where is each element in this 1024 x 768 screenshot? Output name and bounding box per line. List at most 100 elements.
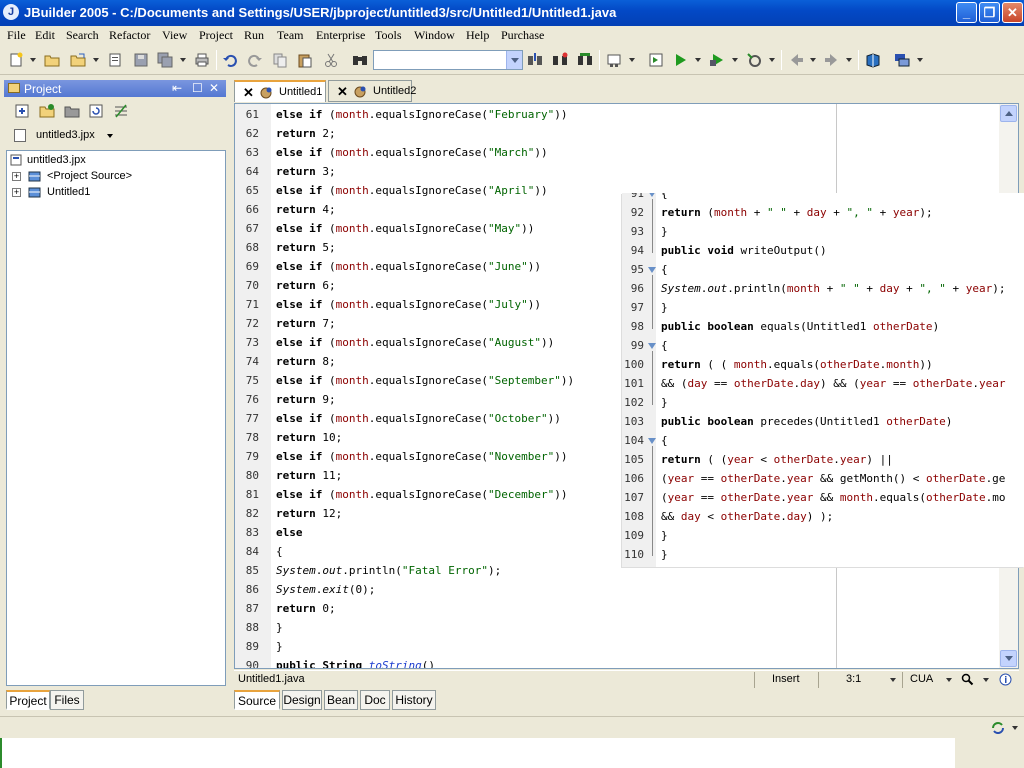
debug-icon[interactable] — [709, 52, 725, 68]
close-panel-icon[interactable]: ✕ — [209, 81, 219, 95]
optimize-icon[interactable] — [746, 52, 762, 68]
code-line[interactable]: System.out.println("Fatal Error"); — [276, 564, 501, 577]
code-line[interactable]: } — [276, 640, 283, 653]
forward-icon[interactable] — [824, 52, 840, 68]
code-line[interactable]: && day < otherDate.day) ); — [661, 510, 833, 523]
code-line[interactable]: public boolean equals(Untitled1 otherDat… — [661, 320, 939, 333]
undo-icon[interactable] — [222, 52, 238, 68]
tab-label[interactable]: Untitled1 — [279, 86, 322, 98]
fold-marker-icon[interactable] — [648, 343, 656, 349]
code-line[interactable]: return 12; — [276, 507, 342, 520]
project-selector-value[interactable]: untitled3.jpx — [36, 129, 95, 141]
search-icon[interactable] — [527, 52, 543, 68]
workspace-icon[interactable] — [894, 52, 910, 68]
open-project-icon[interactable] — [44, 52, 60, 68]
tree-node-label[interactable]: <Project Source> — [47, 170, 132, 182]
tab-doc[interactable]: Doc — [360, 690, 390, 710]
redo-icon[interactable] — [247, 52, 263, 68]
menu-file[interactable]: File — [7, 28, 26, 43]
code-line[interactable]: return ( ( month.equals(otherDate.month)… — [661, 358, 933, 371]
code-line[interactable]: return 6; — [276, 279, 336, 292]
code-line[interactable]: } — [661, 301, 668, 314]
search-class-icon[interactable] — [552, 52, 568, 68]
menu-enterprise[interactable]: Enterprise — [316, 28, 365, 43]
code-line[interactable]: } — [661, 548, 668, 561]
code-line[interactable]: else if (month.equalsIgnoreCase("July")) — [276, 298, 541, 311]
save-icon[interactable] — [133, 52, 149, 68]
forward-dropdown-icon[interactable] — [846, 58, 852, 62]
chevron-down-icon[interactable] — [946, 678, 952, 682]
code-line[interactable]: else if (month.equalsIgnoreCase("August"… — [276, 336, 554, 349]
paste-icon[interactable] — [297, 52, 313, 68]
status-insert-mode[interactable]: Insert — [772, 673, 800, 685]
expand-icon[interactable]: + — [12, 172, 21, 181]
scroll-up-icon[interactable] — [1000, 105, 1017, 122]
code-line[interactable]: { — [661, 263, 668, 276]
find-combo-box[interactable] — [373, 50, 523, 70]
chevron-down-icon[interactable] — [107, 134, 113, 138]
menu-view[interactable]: View — [162, 28, 187, 43]
code-line[interactable]: return 9; — [276, 393, 336, 406]
dock-icon[interactable]: ⇤ — [172, 81, 182, 95]
tab-untitled2[interactable]: ✕ Untitled2 — [328, 80, 416, 102]
print-icon[interactable] — [194, 52, 210, 68]
code-line[interactable]: return 2; — [276, 127, 336, 140]
close-button[interactable]: ✕ — [1002, 2, 1023, 23]
status-keymap[interactable]: CUA — [910, 673, 933, 685]
code-line[interactable]: return 3; — [276, 165, 336, 178]
run-icon[interactable] — [672, 52, 688, 68]
code-line[interactable]: else if (month.equalsIgnoreCase("March")… — [276, 146, 548, 159]
tab-bean[interactable]: Bean — [324, 690, 358, 710]
code-line[interactable]: System.exit(0); — [276, 583, 375, 596]
tree-node-label[interactable]: untitled3.jpx — [27, 154, 86, 166]
tab-history[interactable]: History — [392, 690, 436, 710]
code-line[interactable]: && (day == otherDate.day) && (year == ot… — [661, 377, 1005, 390]
find-icon[interactable] — [352, 52, 368, 68]
open-dropdown-icon[interactable] — [93, 58, 99, 62]
run-config-icon[interactable] — [648, 52, 664, 68]
code-line[interactable]: { — [276, 545, 283, 558]
code-line[interactable]: } — [661, 225, 668, 238]
code-line[interactable]: public String toString() — [276, 659, 435, 668]
minimize-button[interactable]: _ — [956, 2, 977, 23]
sync-icon[interactable] — [990, 721, 1006, 735]
chevron-down-icon[interactable] — [890, 678, 896, 682]
menu-edit[interactable]: Edit — [35, 28, 55, 43]
code-line[interactable]: return (month + " " + day + ", " + year)… — [661, 206, 933, 219]
fold-marker-icon[interactable] — [648, 267, 656, 273]
add-files-icon[interactable] — [14, 103, 30, 119]
optimize-dropdown-icon[interactable] — [769, 58, 775, 62]
save-all-icon[interactable] — [157, 52, 173, 68]
save-dropdown-icon[interactable] — [180, 58, 186, 62]
scroll-down-icon[interactable] — [1000, 650, 1017, 667]
code-line[interactable]: { — [661, 339, 668, 352]
close-tab-icon[interactable]: ✕ — [337, 84, 348, 100]
run-dropdown-icon[interactable] — [695, 58, 701, 62]
refresh-icon[interactable] — [88, 103, 104, 119]
menu-team[interactable]: Team — [277, 28, 303, 43]
menu-run[interactable]: Run — [244, 28, 264, 43]
code-line[interactable]: else if (month.equalsIgnoreCase("Decembe… — [276, 488, 567, 501]
chevron-down-icon[interactable] — [1012, 726, 1018, 730]
menu-help[interactable]: Help — [466, 28, 489, 43]
tab-project[interactable]: Project — [6, 690, 50, 710]
menu-refactor[interactable]: Refactor — [109, 28, 150, 43]
expand-icon[interactable]: + — [12, 188, 21, 197]
code-line[interactable]: else if (month.equalsIgnoreCase("June")) — [276, 260, 541, 273]
chevron-down-icon[interactable] — [506, 51, 522, 69]
new-dropdown-icon[interactable] — [30, 58, 36, 62]
code-line[interactable]: return ( (year < otherDate.year) || — [661, 453, 893, 466]
code-line[interactable]: } — [661, 396, 668, 409]
code-line[interactable]: return 5; — [276, 241, 336, 254]
close-tab-icon[interactable]: ✕ — [243, 85, 254, 101]
code-line[interactable]: return 11; — [276, 469, 342, 482]
code-line[interactable]: else if (month.equalsIgnoreCase("May")) — [276, 222, 534, 235]
tree-node-label[interactable]: Untitled1 — [47, 186, 90, 198]
code-line[interactable]: return 4; — [276, 203, 336, 216]
menu-search[interactable]: Search — [66, 28, 99, 43]
code-line[interactable]: else if (month.equalsIgnoreCase("Septemb… — [276, 374, 574, 387]
code-line[interactable]: (year == otherDate.year && getMonth() < … — [661, 472, 1005, 485]
code-line[interactable]: { — [661, 434, 668, 447]
workspace-dropdown-icon[interactable] — [917, 58, 923, 62]
tab-label[interactable]: Untitled2 — [373, 85, 416, 97]
